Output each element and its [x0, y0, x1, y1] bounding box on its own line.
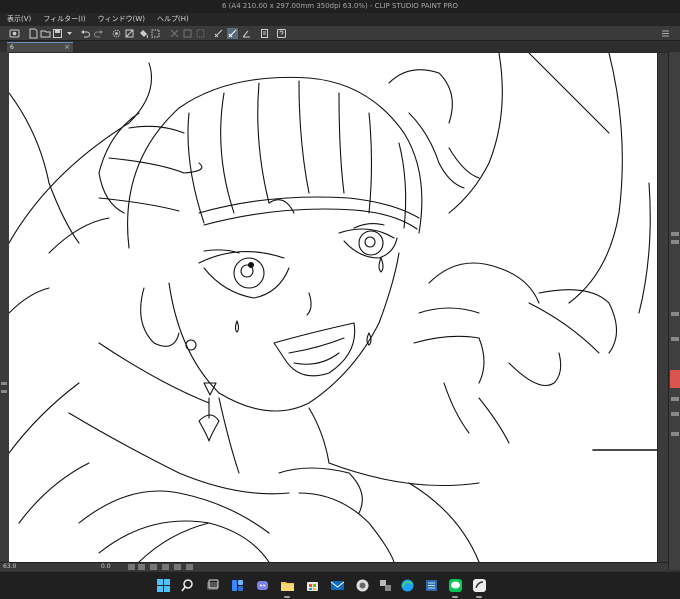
title-bar: 6 (A4 210.00 x 297.00mm 350dpi 63.0%) - … [0, 0, 680, 13]
undo-icon[interactable] [80, 28, 91, 39]
running-indicator [452, 596, 458, 598]
panel-marker [671, 232, 679, 236]
transform-icon[interactable] [150, 28, 161, 39]
clip-studio-window: 6 (A4 210.00 x 297.00mm 350dpi 63.0%) - … [0, 0, 680, 599]
menu-view[interactable]: 表示(V) [7, 13, 31, 26]
tab-label: 6 [10, 44, 14, 51]
command-bar [0, 26, 680, 41]
menu-window[interactable]: ウィンドウ(W) [98, 13, 145, 26]
mail-icon[interactable] [330, 578, 345, 593]
panel-marker [671, 312, 679, 316]
zoom-value[interactable]: 63.0 [3, 563, 16, 571]
app-icon[interactable] [378, 578, 393, 593]
open-file-icon[interactable] [40, 28, 51, 39]
snap-grid-icon[interactable] [241, 28, 252, 39]
window-title: 6 (A4 210.00 x 297.00mm 350dpi 63.0%) - … [222, 2, 458, 10]
deselect-icon[interactable] [195, 28, 206, 39]
teams-chat-icon[interactable] [255, 578, 270, 593]
fill-icon[interactable] [138, 28, 149, 39]
menu-help[interactable]: ヘルプ(H) [157, 13, 189, 26]
clear-icon[interactable] [124, 28, 135, 39]
widgets-icon[interactable] [230, 578, 245, 593]
menu-bar: 表示(V) フィルター(I) ウィンドウ(W) ヘルプ(H) [0, 13, 680, 26]
search-icon[interactable] [180, 578, 195, 593]
line-icon[interactable] [448, 578, 463, 593]
panel-marker [1, 382, 7, 385]
rotation-value[interactable]: 0.0 [101, 563, 111, 571]
document-tab-strip: 6 × [0, 41, 680, 52]
document-icon[interactable] [259, 28, 270, 39]
clip-studio-icon[interactable] [355, 578, 370, 593]
new-file-icon[interactable] [28, 28, 39, 39]
panel-marker [671, 397, 679, 401]
panel-marker [1, 390, 7, 393]
help-icon[interactable] [276, 28, 287, 39]
app-icon[interactable] [424, 578, 439, 593]
zoom-out-icon[interactable] [128, 564, 135, 570]
snap-ruler-icon[interactable] [213, 28, 224, 39]
close-icon[interactable]: × [64, 43, 70, 52]
selection-icon[interactable] [182, 28, 193, 39]
flip-icon[interactable] [186, 564, 193, 570]
fit-icon[interactable] [150, 564, 157, 570]
panel-marker [671, 337, 679, 341]
line-art-drawing [9, 53, 657, 562]
running-indicator [284, 596, 290, 598]
color-swatch[interactable] [670, 370, 680, 388]
rotate-right-icon[interactable] [174, 564, 181, 570]
clip-studio-icon[interactable] [9, 28, 20, 39]
file-explorer-icon[interactable] [280, 578, 295, 593]
status-bar: 63.0 0.0 [0, 562, 668, 571]
crop-icon[interactable] [169, 28, 180, 39]
menu-filter[interactable]: フィルター(I) [43, 13, 85, 26]
dropdown-arrow-icon[interactable] [64, 28, 75, 39]
left-panel-edge [0, 52, 9, 562]
zoom-in-icon[interactable] [138, 564, 145, 570]
rotate-left-icon[interactable] [162, 564, 169, 570]
vertical-scrollbar[interactable] [657, 53, 668, 562]
panel-toggle-icon[interactable] [660, 28, 671, 39]
panel-marker [671, 412, 679, 416]
right-dock-panel [668, 52, 680, 570]
windows-taskbar [0, 571, 680, 599]
panel-marker [671, 432, 679, 436]
task-view-icon[interactable] [205, 578, 220, 593]
drawing-canvas[interactable] [9, 53, 657, 562]
snap-special-ruler-icon[interactable] [227, 28, 238, 39]
edge-browser-icon[interactable] [400, 578, 415, 593]
save-icon[interactable] [52, 28, 63, 39]
running-indicator [476, 596, 482, 598]
gear-icon[interactable] [111, 28, 122, 39]
tab-document-6[interactable]: 6 × [7, 42, 73, 52]
store-icon[interactable] [305, 578, 320, 593]
clip-studio-paint-icon[interactable] [472, 578, 487, 593]
windows-start-icon[interactable] [156, 578, 171, 593]
redo-icon[interactable] [93, 28, 104, 39]
panel-marker [671, 240, 679, 244]
